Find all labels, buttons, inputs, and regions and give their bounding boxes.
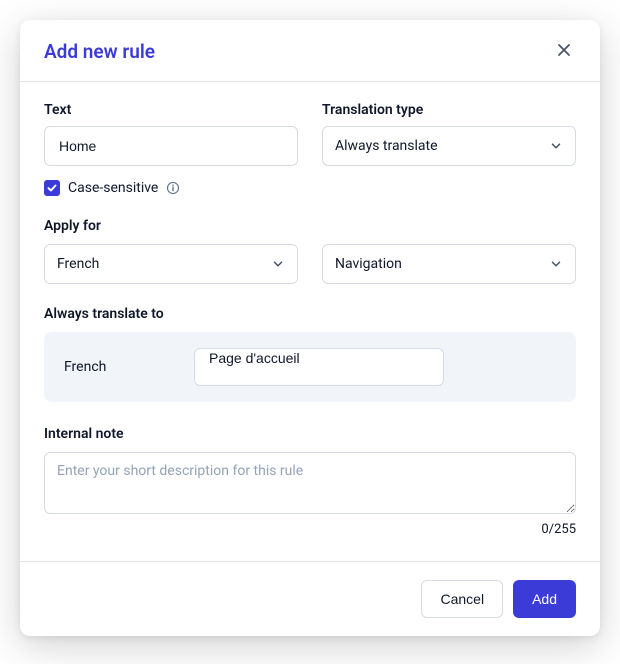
close-icon (556, 42, 572, 61)
apply-for-language-select[interactable]: French (44, 244, 298, 284)
modal-footer: Cancel Add (20, 561, 600, 636)
chevron-down-icon (549, 257, 563, 271)
apply-for-language-value: French (57, 256, 99, 272)
modal-title: Add new rule (44, 40, 155, 63)
translation-type-label: Translation type (322, 102, 576, 118)
cancel-button[interactable]: Cancel (421, 580, 503, 618)
always-translate-language: French (64, 359, 154, 375)
chevron-down-icon (271, 257, 285, 271)
info-icon[interactable] (166, 181, 180, 195)
text-label: Text (44, 102, 298, 118)
always-translate-input-wrap (194, 348, 444, 386)
add-button[interactable]: Add (513, 580, 576, 618)
case-sensitive-row: Case-sensitive (44, 180, 576, 196)
close-button[interactable] (552, 38, 576, 65)
internal-note-label: Internal note (44, 426, 576, 442)
translation-type-select[interactable]: Always translate (322, 126, 576, 166)
char-count: 0/255 (44, 522, 576, 537)
modal-body: Text Translation type Always translate (20, 82, 600, 561)
modal-header: Add new rule (20, 20, 600, 82)
always-translate-input[interactable] (207, 349, 431, 367)
chevron-down-icon (549, 139, 563, 153)
always-translate-label: Always translate to (44, 306, 576, 322)
apply-for-label: Apply for (44, 218, 576, 234)
apply-for-context-select[interactable]: Navigation (322, 244, 576, 284)
add-rule-modal: Add new rule Text Translation type Alway… (20, 20, 600, 636)
always-translate-box: French (44, 332, 576, 402)
text-input-wrap (44, 126, 298, 166)
translation-type-value: Always translate (335, 138, 438, 154)
text-input[interactable] (57, 137, 285, 155)
internal-note-textarea[interactable] (44, 452, 576, 514)
case-sensitive-checkbox[interactable] (44, 180, 60, 196)
case-sensitive-label: Case-sensitive (68, 180, 158, 196)
apply-for-context-value: Navigation (335, 256, 402, 272)
